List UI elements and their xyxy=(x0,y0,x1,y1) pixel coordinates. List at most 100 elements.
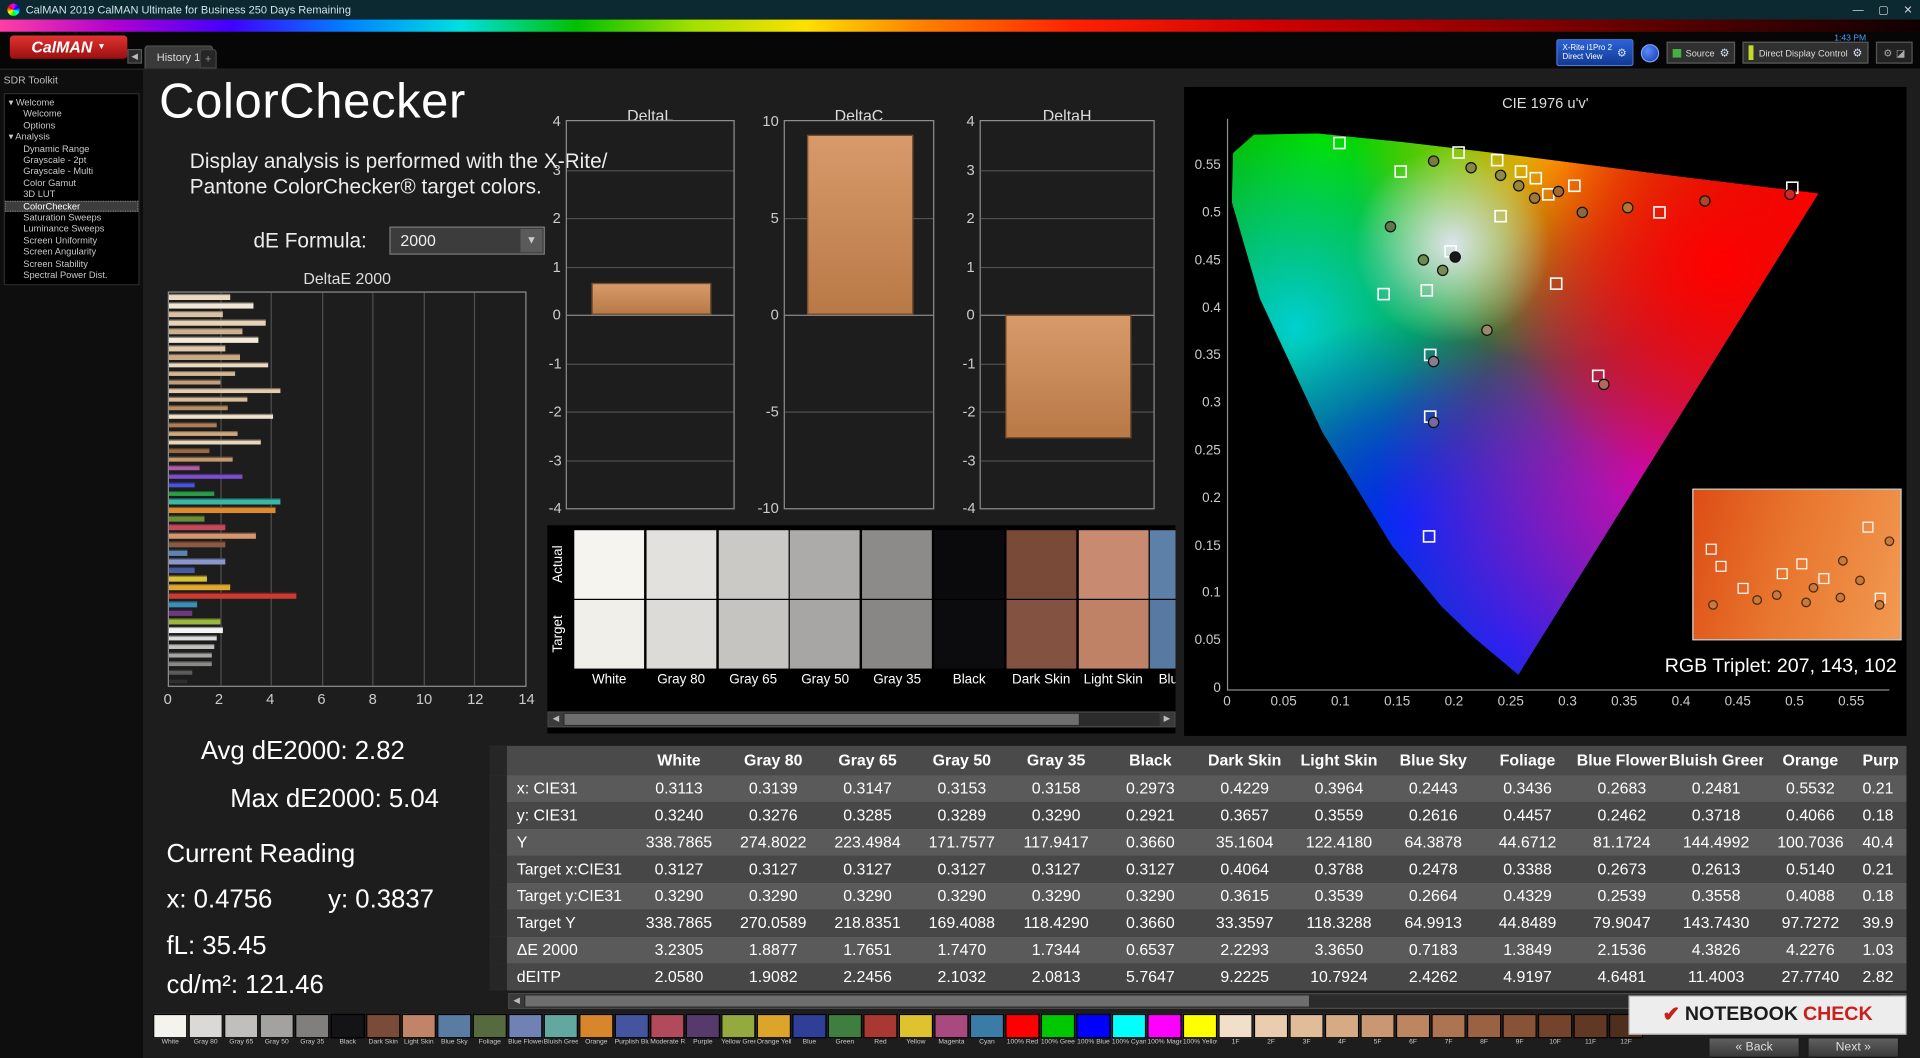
strip-patch-blue[interactable]: Blue xyxy=(792,1013,827,1047)
strip-patch-gray-50[interactable]: Gray 50 xyxy=(259,1013,294,1047)
inset-target-point xyxy=(1862,521,1874,533)
sidebar-item-options[interactable]: Options xyxy=(5,120,138,132)
actual-swatch-blue-sky xyxy=(1150,530,1176,599)
strip-patch-blue-sky[interactable]: Blue Sky xyxy=(437,1013,472,1047)
strip-patch-9f[interactable]: 9F xyxy=(1502,1013,1537,1047)
deltaE-bar xyxy=(168,516,205,522)
sidebar-item-saturation-sweeps[interactable]: Saturation Sweeps xyxy=(5,212,138,224)
strip-patch-10f[interactable]: 10F xyxy=(1537,1013,1573,1047)
pin-icon[interactable]: ◪ xyxy=(1896,47,1905,58)
strip-patch-100-magenta[interactable]: 100% Magenta xyxy=(1147,1013,1182,1047)
strip-patch-dark-skin[interactable]: Dark Skin xyxy=(366,1013,401,1047)
cie-measured-point xyxy=(1699,195,1711,207)
patch-color xyxy=(1324,1013,1360,1039)
sidebar-item-luminance-sweeps[interactable]: Luminance Sweeps xyxy=(5,223,138,235)
sidebar-item-welcome[interactable]: ▾ Welcome xyxy=(5,97,138,109)
axis-tick-label: 1 xyxy=(552,257,561,275)
strip-patch-100-red[interactable]: 100% Red xyxy=(1005,1013,1040,1047)
strip-patch-100-yellow[interactable]: 100% Yellow xyxy=(1182,1013,1218,1047)
scroll-left-icon[interactable]: ◀ xyxy=(548,712,564,727)
sidebar-item-welcome[interactable]: Welcome xyxy=(5,108,138,120)
strip-patch-foliage[interactable]: Foliage xyxy=(472,1013,507,1047)
strip-patch-bluish-green[interactable]: Bluish Green xyxy=(543,1013,578,1047)
sidebar-item-screen-stability[interactable]: Screen Stability xyxy=(5,258,138,270)
sidebar-item-screen-uniformity[interactable]: Screen Uniformity xyxy=(5,235,138,247)
strip-patch-yellow-green[interactable]: Yellow Green xyxy=(721,1013,756,1047)
strip-patch-cyan[interactable]: Cyan xyxy=(969,1013,1005,1047)
sidebar-collapse-button[interactable]: ◀ xyxy=(127,48,143,64)
table-cell: 0.3964 xyxy=(1314,778,1364,798)
strip-patch-orange-yellow[interactable]: Orange Yellow xyxy=(756,1013,792,1047)
table-cell: 2.2456 xyxy=(843,967,892,986)
strip-patch-gray-80[interactable]: Gray 80 xyxy=(188,1013,223,1047)
sidebar-item-analysis[interactable]: ▾ Analysis xyxy=(5,131,138,143)
cie-measured-point xyxy=(1417,254,1430,266)
gear-icon[interactable]: ⚙ xyxy=(1883,47,1892,58)
sidebar-item-dynamic-range[interactable]: Dynamic Range xyxy=(5,143,138,155)
strip-patch-4f[interactable]: 4F xyxy=(1324,1013,1360,1047)
strip-patch-3f[interactable]: 3F xyxy=(1289,1013,1324,1047)
sidebar-item-color-gamut[interactable]: Color Gamut xyxy=(5,177,138,189)
strip-patch-blue-flower[interactable]: Blue Flower xyxy=(508,1013,543,1047)
grid-line xyxy=(980,459,1154,462)
strip-patch-7f[interactable]: 7F xyxy=(1431,1013,1466,1047)
sidebar-item-grayscale-multi[interactable]: Grayscale - Multi xyxy=(5,166,138,178)
gear-icon[interactable]: ⚙ xyxy=(1853,46,1863,59)
strip-patch-red[interactable]: Red xyxy=(863,1013,898,1047)
calman-menu-button[interactable]: CalMAN ▼ xyxy=(9,35,128,59)
close-button[interactable]: ✕ xyxy=(1903,3,1912,16)
strip-patch-2f[interactable]: 2F xyxy=(1253,1013,1289,1047)
strip-patch-5f[interactable]: 5F xyxy=(1360,1013,1395,1047)
table-cell: 122.4180 xyxy=(1305,832,1373,852)
swatch-scrollbar[interactable]: ◀ ▶ xyxy=(547,711,1176,728)
strip-patch-magenta[interactable]: Magenta xyxy=(934,1013,969,1047)
strip-patch-100-cyan[interactable]: 100% Cyan xyxy=(1111,1013,1147,1047)
strip-patch-orange[interactable]: Orange xyxy=(579,1013,614,1047)
strip-patch-100-green[interactable]: 100% Green xyxy=(1040,1013,1076,1047)
strip-patch-green[interactable]: Green xyxy=(827,1013,863,1047)
strip-patch-purplish-blue[interactable]: Purplish Blue xyxy=(614,1013,649,1047)
strip-patch-yellow[interactable]: Yellow xyxy=(898,1013,934,1047)
strip-patch-gray-35[interactable]: Gray 35 xyxy=(295,1013,330,1047)
sidebar-item-spectral-power-dist[interactable]: Spectral Power Dist. xyxy=(5,270,138,282)
strip-patch-6f[interactable]: 6F xyxy=(1395,1013,1431,1047)
scroll-right-icon[interactable]: ▶ xyxy=(1159,712,1175,727)
next-button[interactable]: Next » xyxy=(1807,1037,1900,1058)
strip-patch-1f[interactable]: 1F xyxy=(1218,1013,1253,1047)
table-row-y-cie31: y: CIE31 0.3240 0.3276 0.3285 0.3289 0.3290 0.… xyxy=(489,802,1907,829)
patch-color xyxy=(1218,1013,1253,1039)
sidebar-item-3d-lut[interactable]: 3D LUT xyxy=(5,189,138,201)
display-control-dropdown[interactable]: Direct Display Control ⚙ xyxy=(1742,41,1869,64)
minimize-button[interactable]: — xyxy=(1853,3,1864,16)
back-button[interactable]: « Back xyxy=(1708,1037,1800,1058)
table-cell: 0.4329 xyxy=(1503,886,1552,905)
scroll-left-icon[interactable]: ◀ xyxy=(509,994,525,1008)
table-cell: 0.3276 xyxy=(748,805,798,825)
meter-dropdown[interactable]: X-Rite i1Pro 2 Direct View ⚙ xyxy=(1556,39,1633,67)
de-formula-select[interactable]: 2000 ▼ xyxy=(389,226,545,255)
add-tab-button[interactable]: + xyxy=(199,48,217,69)
strip-patch-gray-65[interactable]: Gray 65 xyxy=(224,1013,259,1047)
sidebar-item-grayscale-2pt[interactable]: Grayscale - 2pt xyxy=(5,154,138,166)
gear-icon[interactable]: ⚙ xyxy=(1617,46,1627,59)
strip-patch-purple[interactable]: Purple xyxy=(685,1013,720,1047)
scrollbar-thumb[interactable] xyxy=(525,995,1309,1007)
strip-patch-white[interactable]: White xyxy=(153,1013,188,1047)
strip-patch-11f[interactable]: 11F xyxy=(1573,1013,1608,1047)
source-dropdown[interactable]: Source ⚙ xyxy=(1665,41,1736,64)
scrollbar-thumb[interactable] xyxy=(564,713,1079,725)
strip-patch-8f[interactable]: 8F xyxy=(1466,1013,1502,1047)
strip-patch-light-skin[interactable]: Light Skin xyxy=(401,1013,436,1047)
maximize-button[interactable]: ▢ xyxy=(1878,3,1888,16)
patch-label: Black xyxy=(339,1038,356,1046)
sidebar-item-screen-angularity[interactable]: Screen Angularity xyxy=(5,246,138,258)
deltaL-chart: DeltaL 4 3 2 1 0 -1 -2 -3 -4 xyxy=(549,107,745,529)
sidebar-item-colorchecker[interactable]: ColorChecker xyxy=(4,200,139,212)
strip-patch-moderate-red[interactable]: Moderate Red xyxy=(650,1013,685,1047)
settings-panel[interactable]: ⚙ ◪ xyxy=(1875,41,1913,64)
table-cell: 0.3139 xyxy=(748,778,798,798)
strip-patch-black[interactable]: Black xyxy=(330,1013,365,1047)
strip-patch-100-blue[interactable]: 100% Blue xyxy=(1076,1013,1111,1047)
deltaE-bar xyxy=(168,302,253,309)
gear-icon[interactable]: ⚙ xyxy=(1720,46,1730,59)
